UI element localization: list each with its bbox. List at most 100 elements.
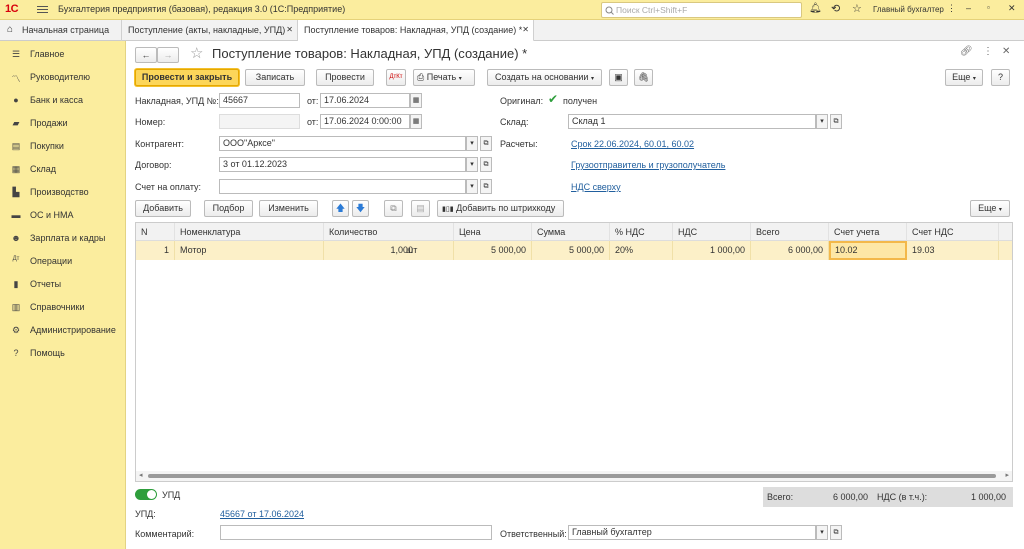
- vat-account-cell[interactable]: 19.03: [907, 241, 999, 260]
- close-icon[interactable]: ✕: [522, 25, 529, 34]
- calendar-icon[interactable]: ▦: [410, 93, 422, 108]
- edit-button[interactable]: Изменить: [259, 200, 318, 217]
- structure-icon[interactable]: ▣: [609, 69, 628, 86]
- chevron-down-icon[interactable]: ▾: [816, 114, 828, 129]
- column-header[interactable]: % НДС: [610, 223, 673, 241]
- calendar-icon[interactable]: ▦: [410, 114, 422, 129]
- row-number[interactable]: 1: [136, 241, 175, 260]
- sidebar-item-admin[interactable]: ⚙ Администрирование: [0, 319, 126, 339]
- move-up-button[interactable]: 🡅: [332, 200, 349, 217]
- account-cell[interactable]: 10.02: [829, 241, 907, 260]
- move-down-button[interactable]: 🡇: [352, 200, 369, 217]
- settlements-link[interactable]: Срок 22.06.2024, 60.01, 60.02: [571, 139, 694, 149]
- column-header[interactable]: Номенклатура: [175, 223, 324, 241]
- datetime-input[interactable]: 17.06.2024 0:00:00: [320, 114, 410, 129]
- vat-rate-cell[interactable]: 20%: [610, 241, 673, 260]
- sidebar-item-purchases[interactable]: ▤ Покупки: [0, 135, 126, 155]
- sidebar-item-production[interactable]: ▙ Производство: [0, 181, 126, 201]
- add-button[interactable]: Добавить: [135, 200, 191, 217]
- date-input[interactable]: 17.06.2024: [320, 93, 410, 108]
- forward-button[interactable]: →: [157, 47, 179, 63]
- quantity-cell[interactable]: 1,000: [324, 241, 454, 260]
- vat-link[interactable]: НДС сверху: [571, 182, 621, 192]
- sidebar-item-help[interactable]: ? Помощь: [0, 342, 126, 362]
- column-header[interactable]: Количество: [324, 223, 454, 241]
- open-icon[interactable]: ⧉: [830, 525, 842, 540]
- invoice-number-input[interactable]: 45667: [219, 93, 300, 108]
- column-header[interactable]: Всего: [751, 223, 829, 241]
- sidebar-item-bank[interactable]: ● Банк и касса: [0, 89, 126, 109]
- more-button[interactable]: Еще ▾: [945, 69, 983, 86]
- search-input[interactable]: Поиск Ctrl+Shift+F: [601, 2, 802, 18]
- chevron-down-icon[interactable]: ▾: [466, 136, 478, 151]
- open-icon[interactable]: ⧉: [480, 136, 492, 151]
- chevron-down-icon[interactable]: ▾: [466, 179, 478, 194]
- user-name[interactable]: Главный бухгалтер: [873, 5, 944, 14]
- chevron-down-icon[interactable]: ▾: [466, 157, 478, 172]
- maximize-icon[interactable]: ▫: [987, 3, 990, 12]
- column-header[interactable]: Счет НДС: [907, 223, 999, 241]
- star-icon[interactable]: ☆: [852, 2, 862, 15]
- close-icon[interactable]: ✕: [1008, 3, 1016, 14]
- more-icon[interactable]: ⋮: [983, 46, 993, 57]
- sidebar-item-assets[interactable]: ▬ ОС и НМА: [0, 204, 126, 224]
- history-icon[interactable]: ⟲: [831, 2, 840, 15]
- star-icon[interactable]: ☆: [190, 44, 203, 62]
- sidebar-item-salary[interactable]: ☻ Зарплата и кадры: [0, 227, 126, 247]
- hamburger-icon[interactable]: [37, 4, 48, 15]
- tab-receipt-doc[interactable]: Поступление товаров: Накладная, УПД (соз…: [298, 20, 534, 42]
- scroll-right-icon[interactable]: ▸: [1005, 471, 1009, 479]
- chevron-down-icon[interactable]: ▾: [816, 525, 828, 540]
- horizontal-scrollbar[interactable]: ◂ ▸: [136, 471, 1012, 481]
- create-based-on-button[interactable]: Создать на основании ▾: [487, 69, 602, 86]
- close-icon[interactable]: ✕: [1002, 46, 1010, 57]
- total-cell[interactable]: 6 000,00: [751, 241, 829, 260]
- open-icon[interactable]: ⧉: [480, 157, 492, 172]
- item-cell[interactable]: Мотор: [175, 241, 324, 260]
- scrollbar-thumb[interactable]: [148, 474, 996, 478]
- table-more-button[interactable]: Еще ▾: [970, 200, 1010, 217]
- column-header[interactable]: Цена: [454, 223, 532, 241]
- vat-cell[interactable]: 1 000,00: [673, 241, 751, 260]
- sidebar-item-sales[interactable]: ▰ Продажи: [0, 112, 126, 132]
- column-header[interactable]: Сумма: [532, 223, 610, 241]
- open-icon[interactable]: ⧉: [830, 114, 842, 129]
- open-icon[interactable]: ⧉: [480, 179, 492, 194]
- link-icon[interactable]: 🔗︎: [960, 46, 973, 57]
- sidebar-item-operations[interactable]: Дт Операции: [0, 250, 126, 270]
- back-button[interactable]: ←: [135, 47, 157, 63]
- paste-icon[interactable]: ▤: [411, 200, 430, 217]
- upd-toggle[interactable]: [135, 489, 157, 500]
- original-checkbox[interactable]: ✔: [548, 93, 560, 105]
- post-and-close-button[interactable]: Провести и закрыть: [135, 69, 239, 86]
- copy-icon[interactable]: ⧉: [384, 200, 403, 217]
- pick-button[interactable]: Подбор: [204, 200, 253, 217]
- minimize-icon[interactable]: –: [966, 3, 971, 13]
- contract-input[interactable]: 3 от 01.12.2023: [219, 157, 466, 172]
- sidebar-item-director[interactable]: 〽 Руководителю: [0, 66, 126, 86]
- number-input[interactable]: [219, 114, 300, 129]
- dt-kt-button[interactable]: ДтКт: [386, 69, 406, 86]
- sidebar-item-warehouse[interactable]: ▦ Склад: [0, 158, 126, 178]
- sidebar-item-catalogs[interactable]: ▥ Справочники: [0, 296, 126, 316]
- responsible-input[interactable]: Главный бухгалтер: [568, 525, 816, 540]
- comment-input[interactable]: [220, 525, 492, 540]
- column-header[interactable]: НДС: [673, 223, 751, 241]
- column-header[interactable]: N: [136, 223, 175, 241]
- sidebar-item-main[interactable]: ☰ Главное: [0, 43, 126, 63]
- attachment-icon[interactable]: 🖇︎: [634, 69, 653, 86]
- post-button[interactable]: Провести: [316, 69, 374, 86]
- close-icon[interactable]: ✕: [286, 25, 293, 34]
- add-by-barcode-button[interactable]: ▮▯▮ Добавить по штрихкоду: [437, 200, 564, 217]
- tab-receipts-list[interactable]: Поступление (акты, накладные, УПД) ✕: [122, 20, 298, 41]
- price-cell[interactable]: 5 000,00: [454, 241, 532, 260]
- print-button[interactable]: ⎙ Печать ▾: [413, 69, 475, 86]
- bell-icon[interactable]: 🔔︎: [809, 3, 822, 14]
- scroll-left-icon[interactable]: ◂: [139, 471, 143, 479]
- tab-home[interactable]: ⌂ Начальная страница: [0, 20, 122, 41]
- upd-link[interactable]: 45667 от 17.06.2024: [220, 509, 304, 519]
- save-button[interactable]: Записать: [245, 69, 305, 86]
- sidebar-item-reports[interactable]: ▮ Отчеты: [0, 273, 126, 293]
- sum-cell[interactable]: 5 000,00: [532, 241, 610, 260]
- contractor-input[interactable]: ООО"Арксе": [219, 136, 466, 151]
